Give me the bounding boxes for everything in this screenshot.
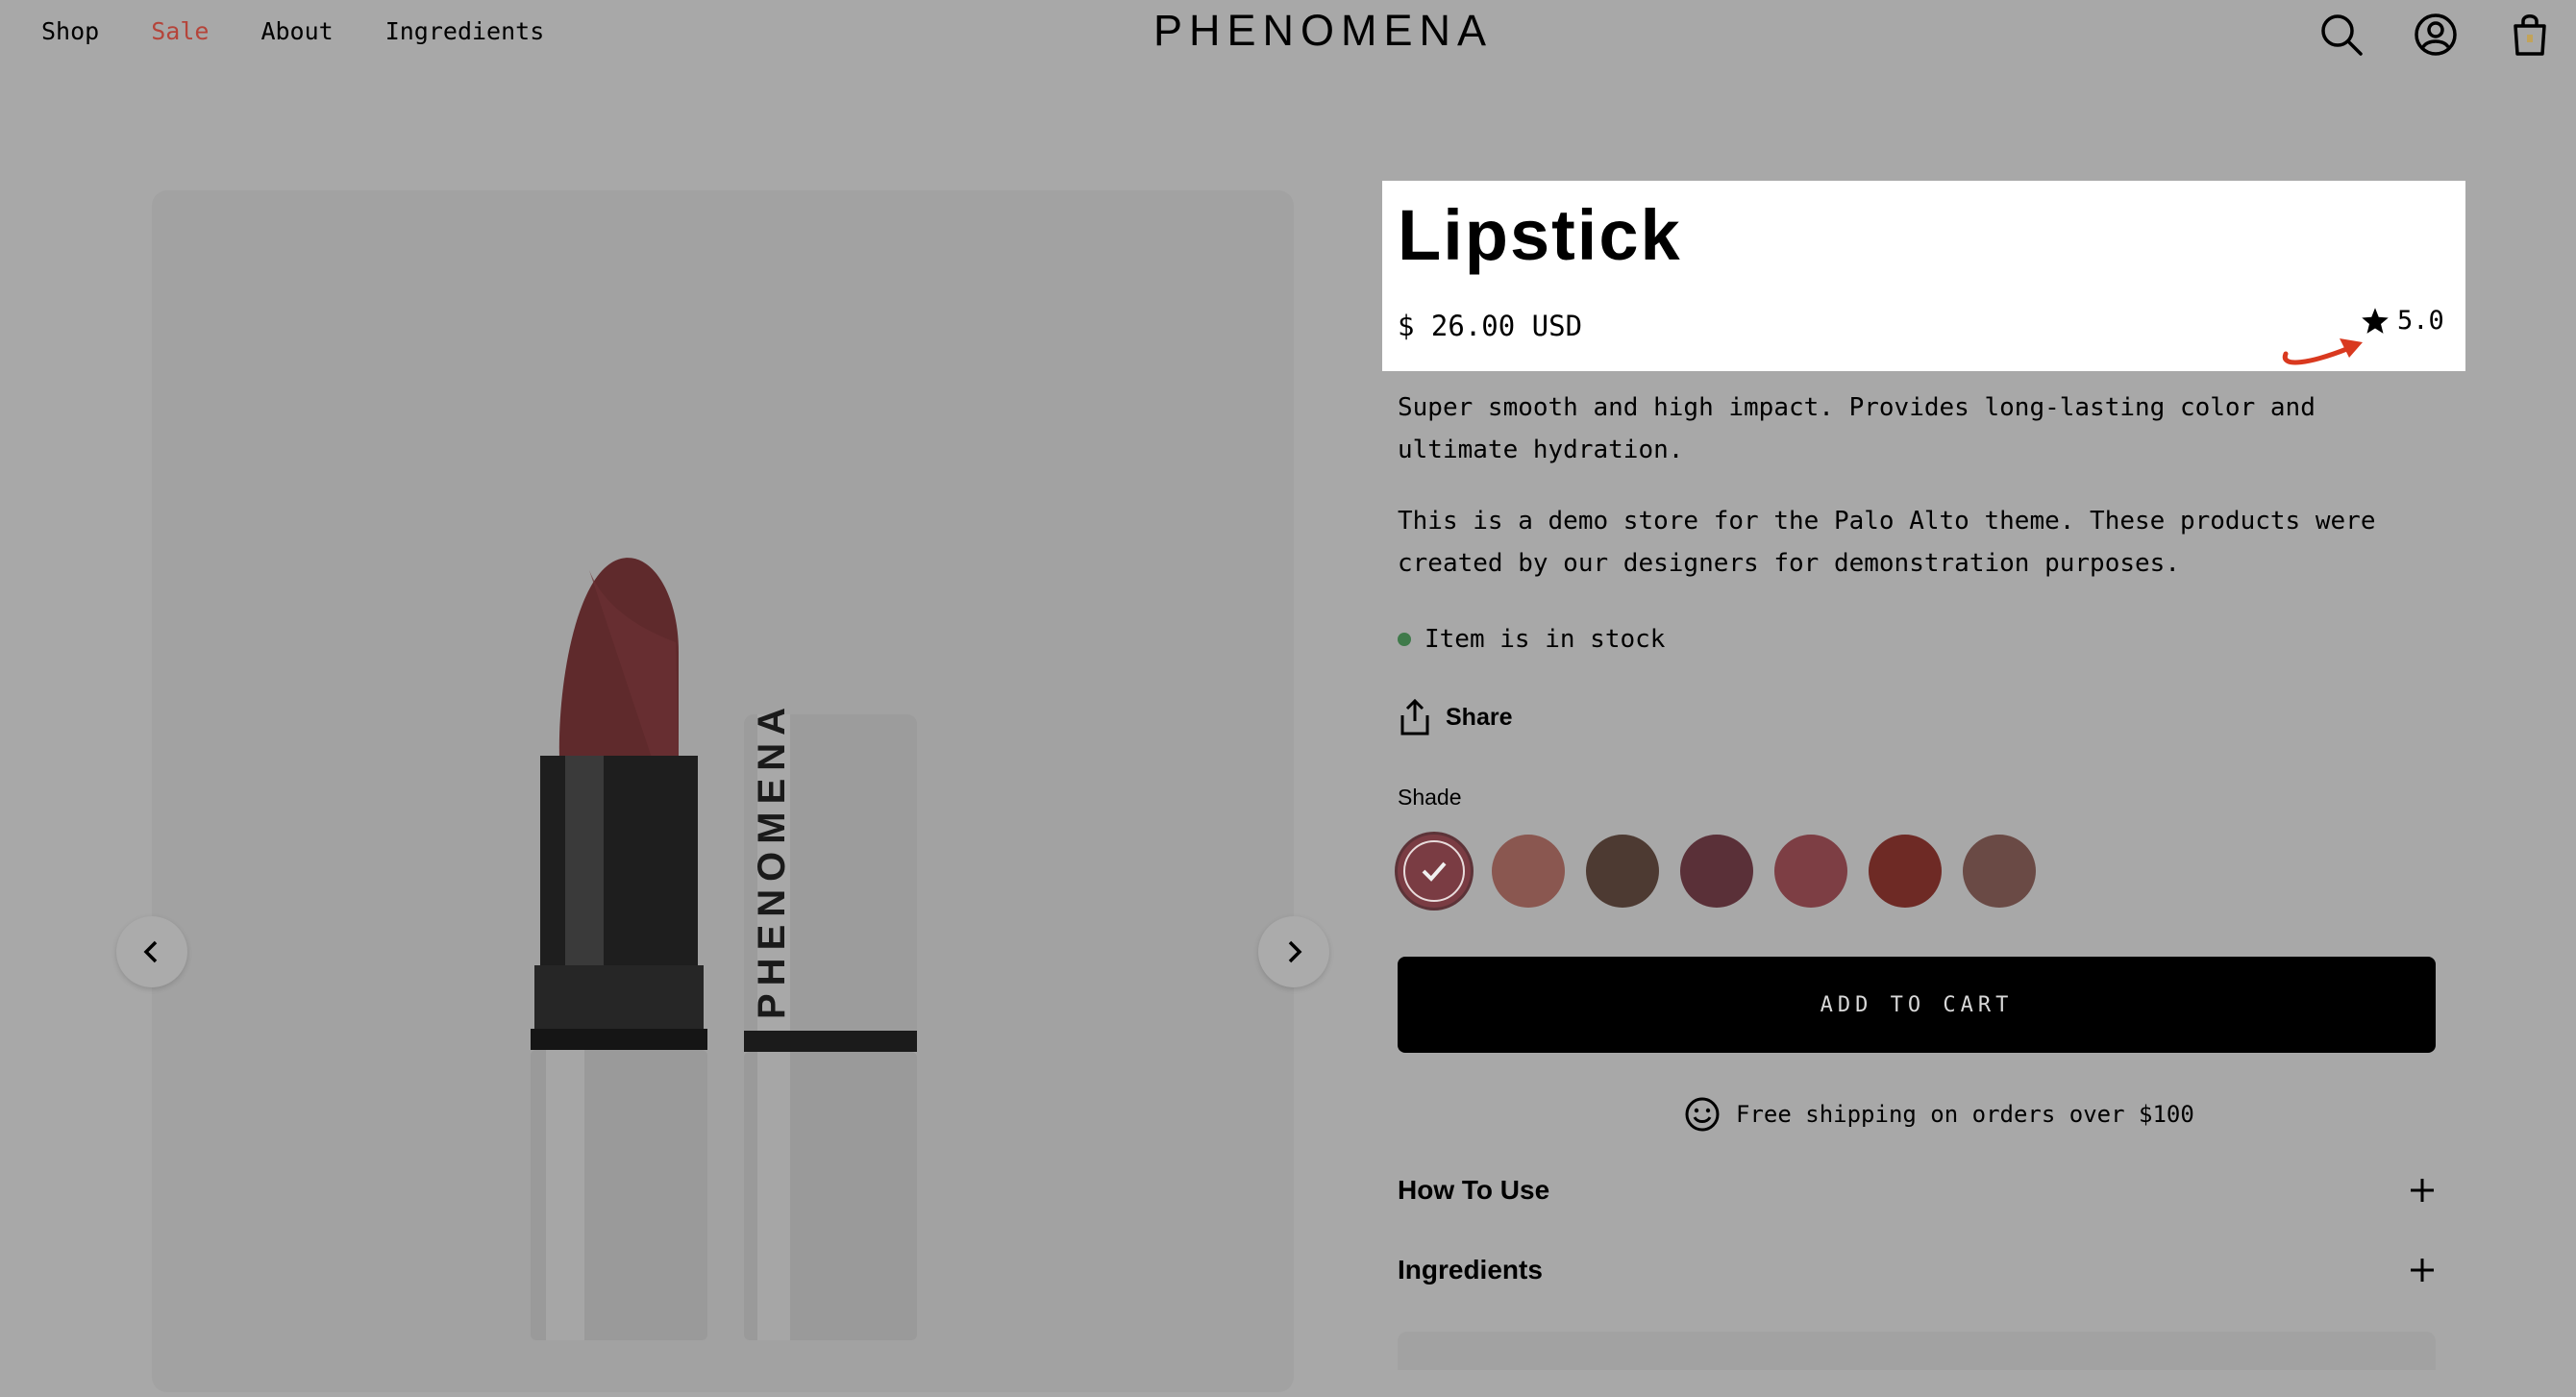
stock-status-text: Item is in stock [1424,625,1666,654]
brand-logo[interactable]: PHENOMENA [1153,6,1486,56]
star-icon [2362,307,2389,334]
plus-icon [2411,1179,2434,1202]
smiley-icon [1685,1097,1720,1132]
nav-sale[interactable]: Sale [151,17,209,45]
main-nav: Shop Sale About Ingredients [41,17,544,45]
shade-swatch-2[interactable] [1492,835,1565,908]
add-to-cart-button[interactable]: ADD TO CART [1398,957,2436,1053]
shade-swatch-3[interactable] [1586,835,1659,908]
chevron-right-icon [1288,940,1302,963]
nav-ingredients[interactable]: Ingredients [385,17,545,45]
accordion-how-to-use[interactable]: How To Use [1398,1175,2436,1206]
gallery-prev-button[interactable] [116,916,187,987]
shade-swatches [1398,835,2036,908]
share-button[interactable]: Share [1398,698,1512,736]
accordion-ingredients-label: Ingredients [1398,1255,1543,1285]
product-price: $ 26.00 USD [1398,310,1583,342]
search-icon[interactable] [2318,12,2365,58]
lipstick-product-image: PHENOMENA [531,558,917,1340]
check-icon [1422,861,1447,882]
free-shipping-note: Free shipping on orders over $100 [1684,1096,2194,1133]
nav-shop[interactable]: Shop [41,17,99,45]
product-title-block: Lipstick $ 26.00 USD 5.0 [1382,181,2465,371]
product-description: Super smooth and high impact. Provides l… [1398,393,2316,464]
account-icon[interactable] [2413,12,2459,58]
product-image-gallery: PHENOMENA [152,190,1294,1392]
shade-swatch-6[interactable] [1869,835,1942,908]
share-icon [1400,698,1429,736]
gallery-next-button[interactable] [1258,916,1329,987]
stock-status: Item is in stock [1398,625,1665,654]
shade-swatch-5[interactable] [1774,835,1847,908]
next-section-edge [1398,1332,2436,1370]
product-title: Lipstick [1398,195,1682,275]
cart-bag-icon[interactable] [2507,12,2553,58]
nav-about[interactable]: About [260,17,333,45]
rating-value: 5.0 [2397,306,2444,336]
chevron-left-icon [143,940,158,963]
shade-swatch-4[interactable] [1680,835,1753,908]
free-shipping-text: Free shipping on orders over $100 [1736,1101,2194,1128]
in-stock-dot [1398,633,1411,646]
plus-icon [2411,1259,2434,1282]
accordion-ingredients[interactable]: Ingredients [1398,1255,2436,1285]
lipstick-cap-brand-text: PHENOMENA [751,700,793,1019]
shade-label: Shade [1398,785,1462,810]
accordion-how-to-use-label: How To Use [1398,1175,1550,1205]
demo-store-note: This is a demo store for the Palo Alto t… [1398,507,2376,578]
share-label: Share [1446,703,1513,731]
shade-swatch-7[interactable] [1963,835,2036,908]
shade-swatch-1-selected[interactable] [1398,835,1471,908]
product-rating: 5.0 [2361,306,2444,336]
